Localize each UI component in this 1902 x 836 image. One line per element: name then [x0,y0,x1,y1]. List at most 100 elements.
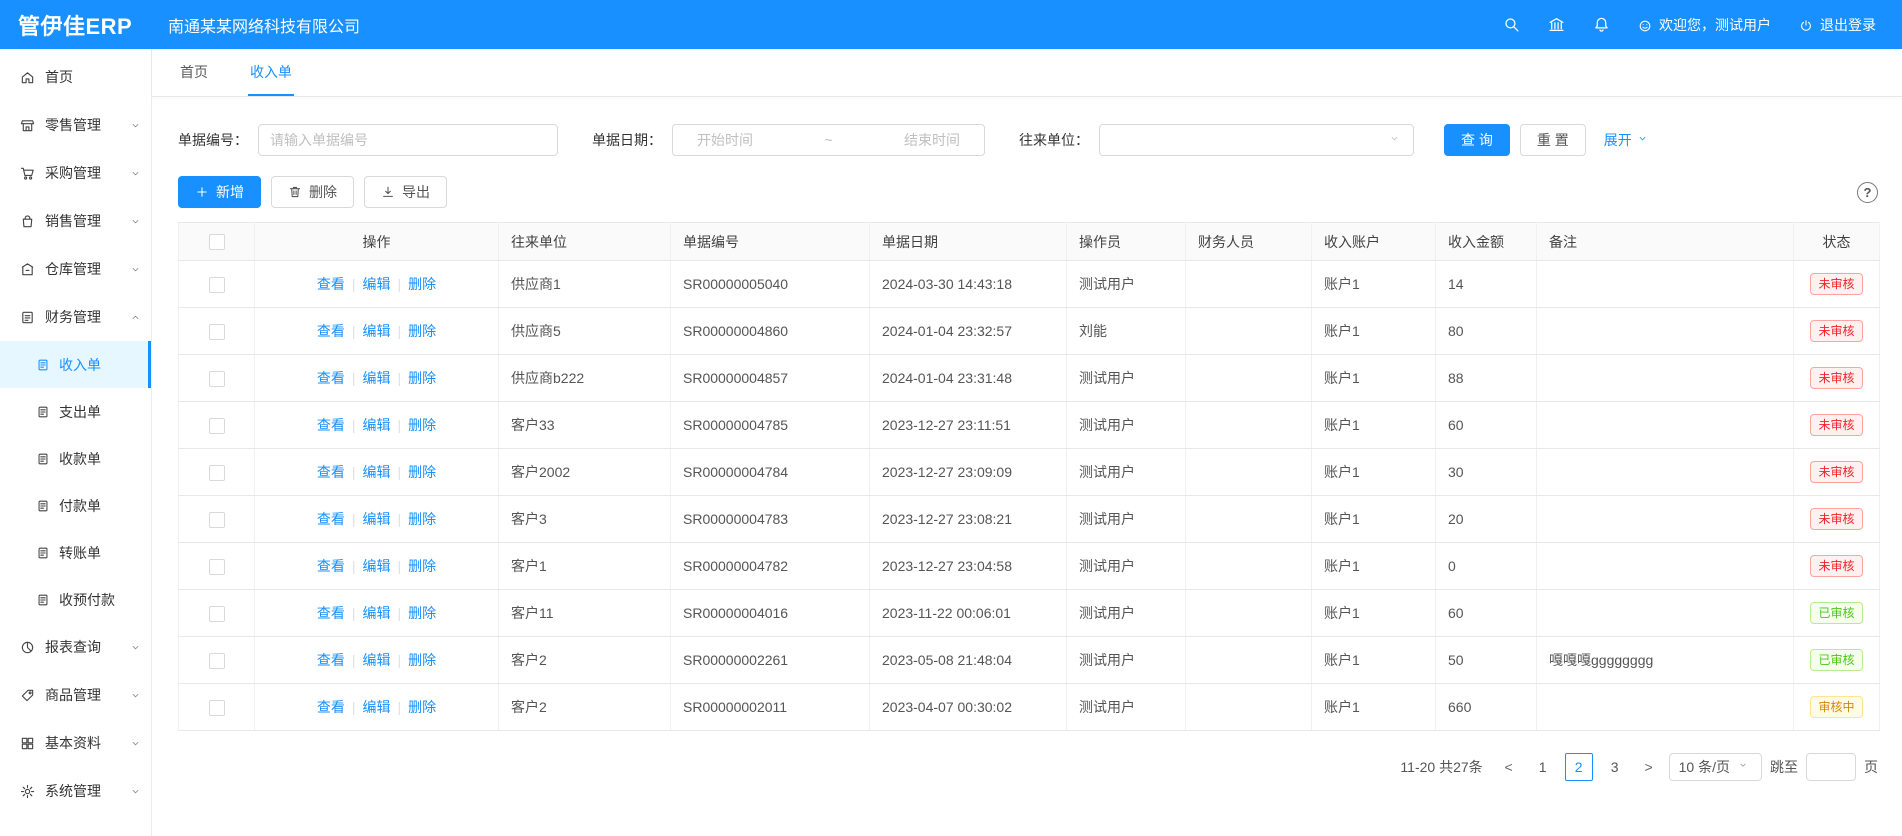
sidebar-subitem-expense-bill[interactable]: 支出单 [0,388,151,435]
sidebar-subitem-payment-bill[interactable]: 付款单 [0,482,151,529]
edit-link[interactable]: 编辑 [363,652,391,668]
delete-link[interactable]: 删除 [408,276,436,292]
row-checkbox[interactable] [209,700,225,716]
delete-link[interactable]: 删除 [408,699,436,715]
view-link[interactable]: 查看 [317,276,345,292]
expand-label: 展开 [1604,130,1632,150]
row-checkbox[interactable] [209,653,225,669]
sidebar-subitem-advance-receipt[interactable]: 收预付款 [0,576,151,623]
sidebar-item-basic[interactable]: 基本资料 [0,719,151,767]
sidebar-subitem-income-bill[interactable]: 收入单 [0,341,151,388]
tab-income-bill[interactable]: 收入单 [248,49,294,96]
view-link[interactable]: 查看 [317,370,345,386]
bell-icon[interactable] [1593,16,1610,33]
view-link[interactable]: 查看 [317,699,345,715]
cell-amount: 0 [1436,543,1537,590]
jump-page-input[interactable] [1806,753,1856,781]
export-button[interactable]: 导出 [364,176,447,208]
delete-link[interactable]: 删除 [408,370,436,386]
tab-home[interactable]: 首页 [178,49,210,96]
system-icon [20,784,35,799]
delete-button[interactable]: 删除 [271,176,354,208]
unit-label: 往来单位： [1019,130,1089,150]
delete-link[interactable]: 删除 [408,511,436,527]
date-range-picker[interactable]: 开始时间 ~ 结束时间 [672,124,985,156]
cell-remark [1537,590,1794,637]
smile-icon [1638,18,1652,32]
cell-finance-staff [1186,402,1312,449]
delete-link[interactable]: 删除 [408,464,436,480]
row-checkbox[interactable] [209,465,225,481]
user-welcome[interactable]: 欢迎您，测试用户 [1638,15,1771,35]
chevron-down-icon [130,264,141,275]
reset-button[interactable]: 重 置 [1520,124,1586,156]
view-link[interactable]: 查看 [317,417,345,433]
sidebar-item-goods[interactable]: 商品管理 [0,671,151,719]
view-link[interactable]: 查看 [317,464,345,480]
row-checkbox[interactable] [209,418,225,434]
page-button-1[interactable]: 1 [1529,753,1557,781]
sidebar-item-sales[interactable]: 销售管理 [0,197,151,245]
column-header: 单据日期 [870,223,1067,261]
edit-link[interactable]: 编辑 [363,276,391,292]
row-checkbox[interactable] [209,606,225,622]
cell-bill-no: SR00000005040 [671,261,870,308]
view-link[interactable]: 查看 [317,323,345,339]
row-checkbox[interactable] [209,559,225,575]
row-checkbox[interactable] [209,371,225,387]
cell-account: 账户1 [1312,308,1436,355]
expand-link[interactable]: 展开 [1604,130,1651,150]
table-row: 查看|编辑|删除客户2SR000000022612023-05-08 21:48… [179,637,1880,684]
delete-link[interactable]: 删除 [408,558,436,574]
page-size-select[interactable]: 10 条/页 [1669,753,1762,781]
row-checkbox[interactable] [209,512,225,528]
view-link[interactable]: 查看 [317,605,345,621]
page-button-3[interactable]: 3 [1601,753,1629,781]
view-link[interactable]: 查看 [317,511,345,527]
delete-link[interactable]: 删除 [408,605,436,621]
edit-link[interactable]: 编辑 [363,605,391,621]
sidebar-item-finance[interactable]: 财务管理 [0,293,151,341]
actions-cell: 查看|编辑|删除 [255,543,499,590]
search-button[interactable]: 查 询 [1444,124,1510,156]
edit-link[interactable]: 编辑 [363,511,391,527]
prev-page-button[interactable]: < [1497,753,1521,781]
sidebar-item-warehouse[interactable]: 仓库管理 [0,245,151,293]
home-portal-icon[interactable] [1548,16,1565,33]
sidebar-item-report[interactable]: 报表查询 [0,623,151,671]
select-all-checkbox[interactable] [209,234,225,250]
view-link[interactable]: 查看 [317,652,345,668]
unit-select[interactable] [1099,124,1414,156]
delete-link[interactable]: 删除 [408,323,436,339]
search-icon[interactable] [1503,16,1520,33]
sidebar-item-home[interactable]: 首页 [0,53,151,101]
status-badge: 未审核 [1810,414,1862,436]
cell-remark [1537,402,1794,449]
edit-link[interactable]: 编辑 [363,464,391,480]
edit-link[interactable]: 编辑 [363,323,391,339]
delete-link[interactable]: 删除 [408,417,436,433]
delete-link[interactable]: 删除 [408,652,436,668]
logout-button[interactable]: 退出登录 [1799,15,1876,35]
view-link[interactable]: 查看 [317,558,345,574]
bill-no-input[interactable] [258,124,558,156]
edit-link[interactable]: 编辑 [363,558,391,574]
row-checkbox[interactable] [209,324,225,340]
add-button[interactable]: 新增 [178,176,261,208]
page-button-2[interactable]: 2 [1565,753,1593,781]
status-badge: 未审核 [1810,555,1862,577]
next-page-button[interactable]: > [1637,753,1661,781]
sidebar-subitem-receipt-bill[interactable]: 收款单 [0,435,151,482]
edit-link[interactable]: 编辑 [363,370,391,386]
cell-bill-no: SR00000002261 [671,637,870,684]
help-icon[interactable]: ? [1857,182,1878,203]
sidebar-subitem-transfer-bill[interactable]: 转账单 [0,529,151,576]
cell-remark [1537,355,1794,402]
sidebar-item-system[interactable]: 系统管理 [0,767,151,815]
sidebar-item-purchase[interactable]: 采购管理 [0,149,151,197]
cell-operator: 测试用户 [1067,684,1186,731]
edit-link[interactable]: 编辑 [363,699,391,715]
edit-link[interactable]: 编辑 [363,417,391,433]
row-checkbox[interactable] [209,277,225,293]
sidebar-item-retail[interactable]: 零售管理 [0,101,151,149]
